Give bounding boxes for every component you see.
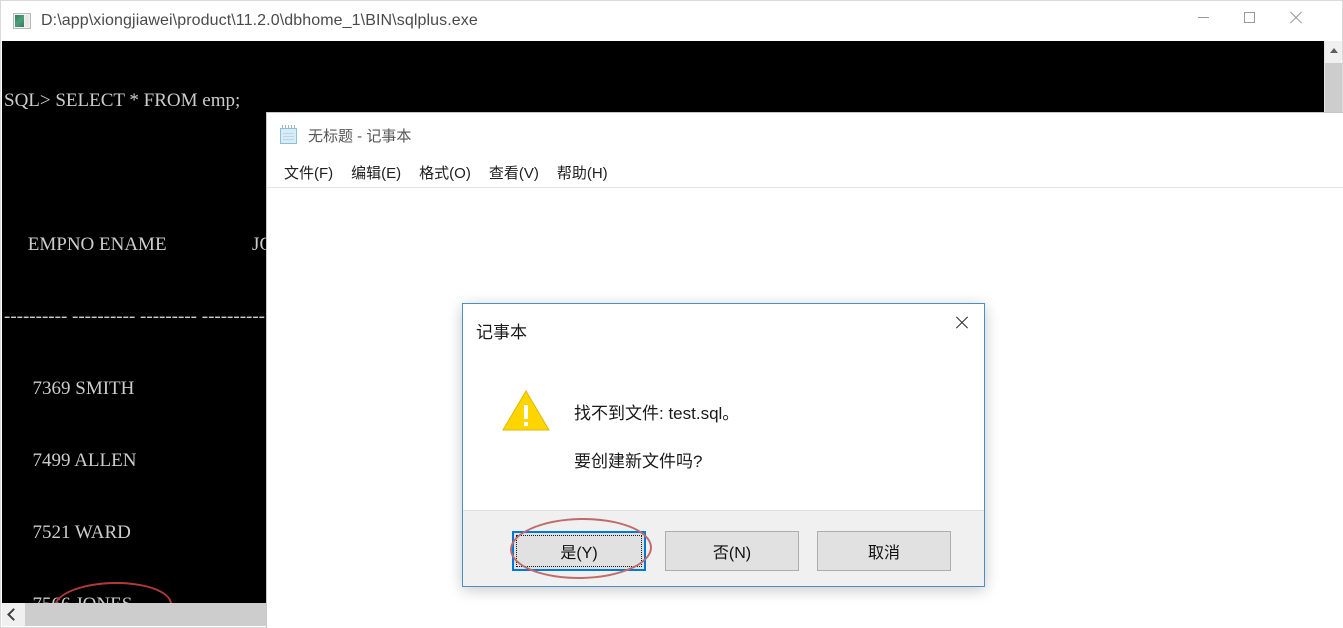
- scroll-up-button[interactable]: [1325, 41, 1342, 60]
- menu-item-help[interactable]: 帮助(H): [548, 160, 617, 185]
- console-icon: [13, 13, 31, 29]
- notepad-file-not-found-dialog: 记事本 找不到文件: test.sql。 要创建新文件吗? 是(Y) 否(N) …: [462, 303, 985, 587]
- close-button[interactable]: [1272, 1, 1318, 33]
- dialog-message-line-1: 找不到文件: test.sql。: [574, 404, 740, 423]
- maximize-icon: [1243, 11, 1255, 23]
- dialog-title: 记事本: [476, 322, 527, 342]
- no-button-label: 否(N): [712, 545, 752, 562]
- notepad-title: 无标题 - 记事本: [308, 127, 412, 145]
- cancel-button-label: 取消: [867, 545, 900, 562]
- notepad-menubar: 文件(F) 编辑(E) 格式(O) 查看(V) 帮助(H): [267, 157, 1343, 188]
- menu-item-format[interactable]: 格式(O): [410, 160, 480, 185]
- dialog-close-button[interactable]: [938, 304, 984, 340]
- chevron-up-icon: [1329, 48, 1338, 53]
- dialog-content: 找不到文件: test.sql。 要创建新文件吗?: [463, 356, 984, 512]
- menu-item-view[interactable]: 查看(V): [480, 160, 548, 185]
- yes-button[interactable]: 是(Y): [512, 531, 646, 571]
- console-title: D:\app\xiongjiawei\product\11.2.0\dbhome…: [41, 12, 478, 29]
- maximize-button[interactable]: [1226, 1, 1272, 33]
- yes-button-label: 是(Y): [560, 545, 598, 562]
- menu-item-edit[interactable]: 编辑(E): [342, 160, 410, 185]
- close-icon: [1289, 11, 1302, 24]
- minimize-icon: [1197, 16, 1209, 18]
- notepad-icon-rings: [282, 125, 295, 129]
- notepad-icon-lines: [283, 133, 294, 140]
- notepad-icon: [279, 125, 299, 145]
- cancel-button[interactable]: 取消: [817, 531, 951, 571]
- chevron-left-icon: [7, 608, 20, 621]
- minimize-button[interactable]: [1180, 1, 1226, 33]
- menu-item-file[interactable]: 文件(F): [275, 160, 342, 185]
- dialog-button-bar: 是(Y) 否(N) 取消: [463, 510, 984, 586]
- scroll-left-button[interactable]: [2, 603, 25, 626]
- terminal-line-prompt: SQL> SELECT * FROM emp;: [4, 90, 241, 111]
- dialog-message: 找不到文件: test.sql。 要创建新文件吗?: [574, 390, 739, 486]
- dialog-titlebar: 记事本: [463, 304, 984, 356]
- close-icon: [955, 316, 968, 329]
- no-button[interactable]: 否(N): [665, 531, 799, 571]
- dialog-message-line-2: 要创建新文件吗?: [574, 452, 703, 471]
- warning-triangle-icon: [502, 389, 550, 432]
- console-titlebar[interactable]: D:\app\xiongjiawei\product\11.2.0\dbhome…: [1, 1, 1342, 41]
- notepad-titlebar[interactable]: 无标题 - 记事本: [267, 113, 1343, 157]
